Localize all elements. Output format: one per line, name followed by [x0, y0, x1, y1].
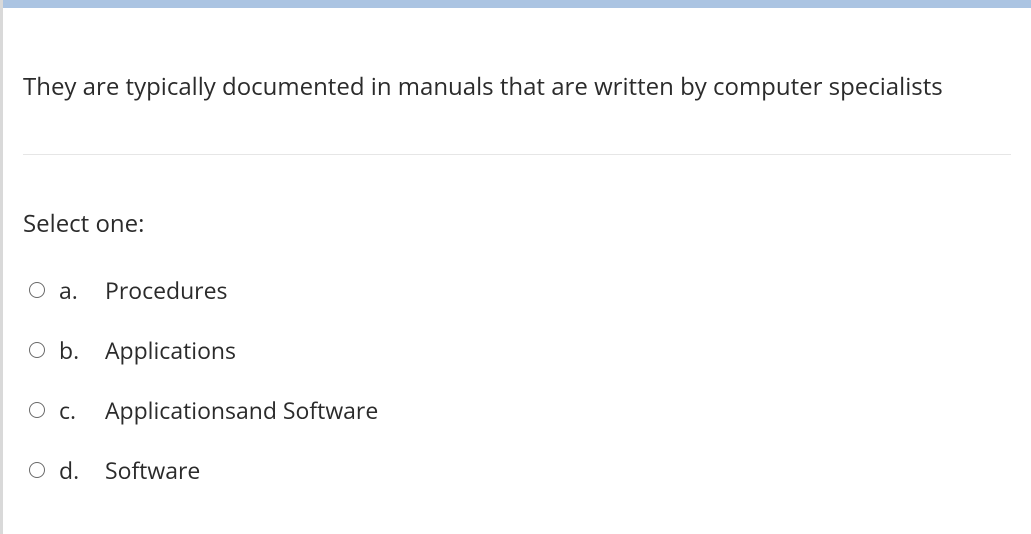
- option-b[interactable]: b. Applications: [23, 320, 1011, 380]
- option-text: Applicationsand Software: [105, 394, 378, 426]
- radio-option-c[interactable]: [29, 402, 45, 418]
- option-c[interactable]: c. Applicationsand Software: [23, 380, 1011, 440]
- radio-option-b[interactable]: [29, 342, 45, 358]
- option-letter: b.: [59, 334, 85, 366]
- option-letter: a.: [59, 274, 85, 306]
- option-a[interactable]: a. Procedures: [23, 260, 1011, 320]
- option-letter: d.: [59, 454, 85, 486]
- radio-option-a[interactable]: [29, 282, 45, 298]
- content-wrapper: They are typically documented in manuals…: [0, 8, 1031, 534]
- question-text: They are typically documented in manuals…: [23, 70, 1011, 104]
- option-text: Software: [105, 454, 200, 486]
- select-one-label: Select one:: [23, 207, 1011, 240]
- option-letter: c.: [59, 394, 85, 426]
- option-text: Procedures: [105, 274, 227, 306]
- question-section: They are typically documented in manuals…: [3, 8, 1031, 154]
- header-accent-bar: [0, 0, 1031, 8]
- option-d[interactable]: d. Software: [23, 440, 1011, 500]
- option-text: Applications: [105, 334, 236, 366]
- answer-section: Select one: a. Procedures b. Application…: [3, 155, 1031, 500]
- radio-option-d[interactable]: [29, 462, 45, 478]
